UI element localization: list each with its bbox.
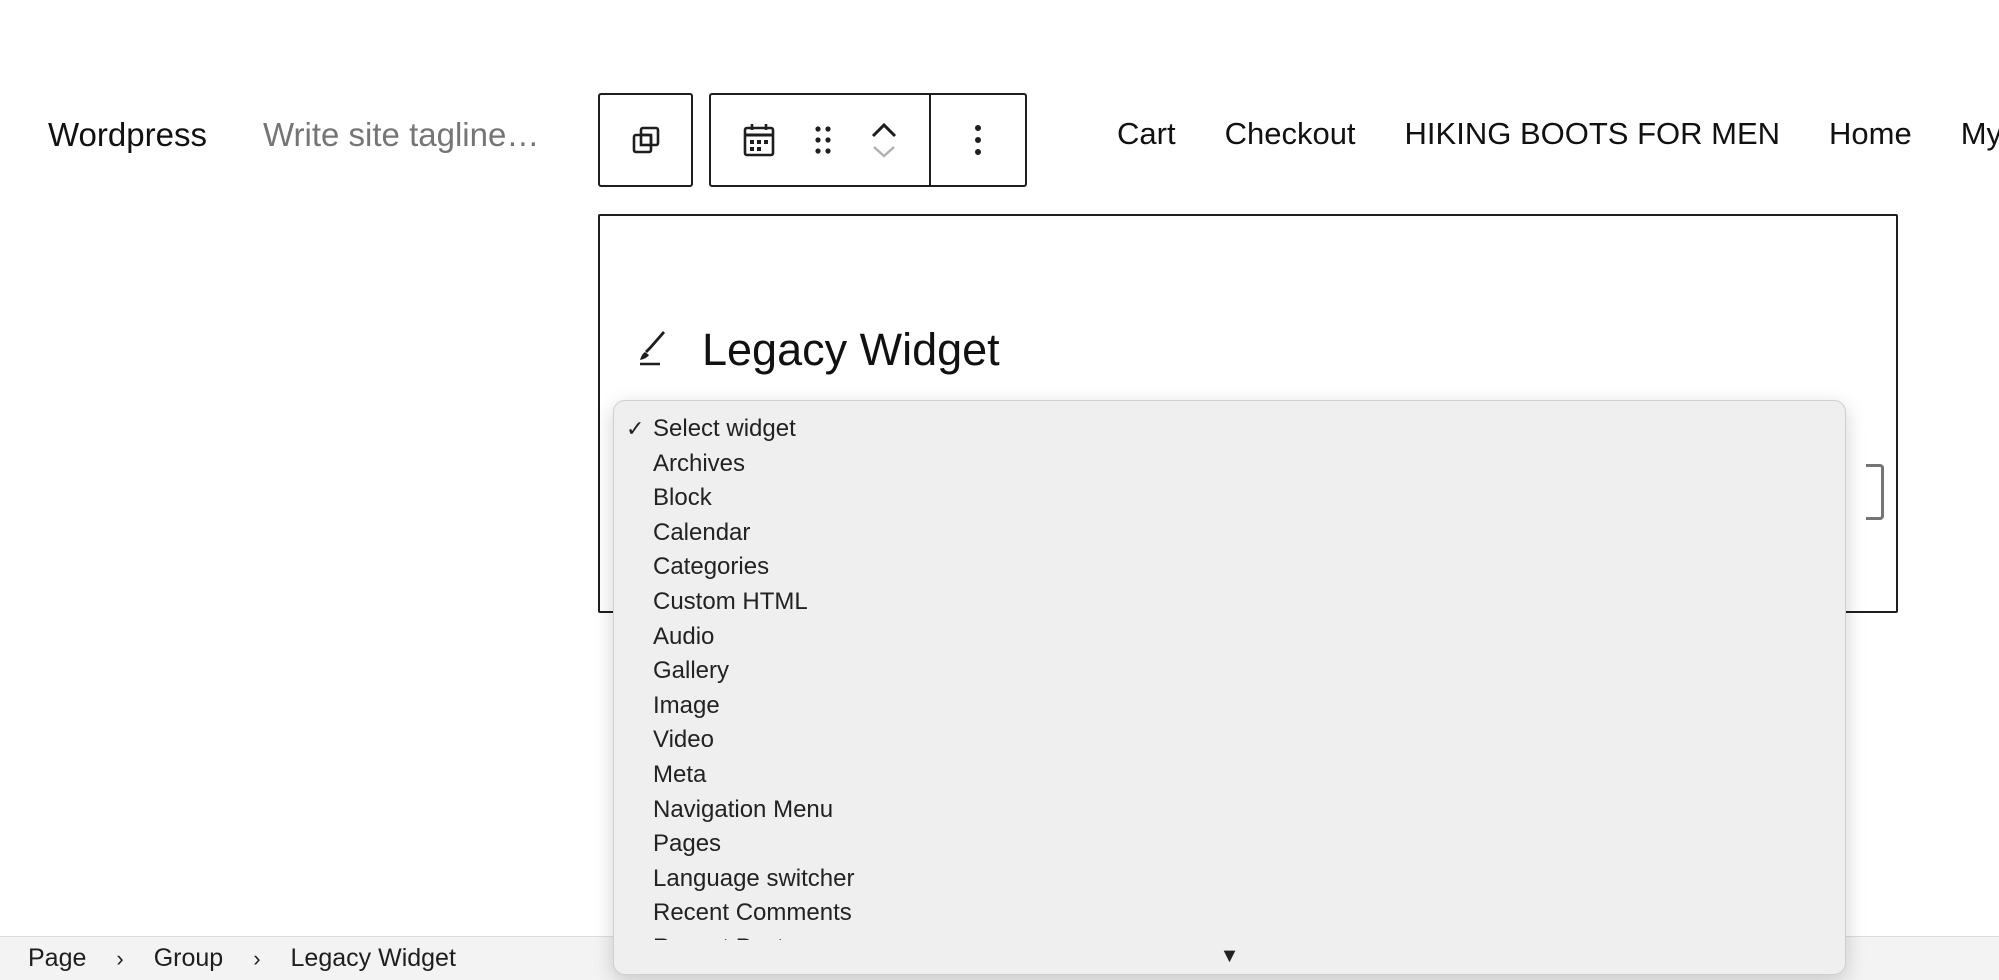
site-tagline-placeholder[interactable]: Write site tagline…	[263, 116, 539, 154]
scroll-down-arrow-icon[interactable]: ▼	[614, 945, 1845, 968]
widget-header: Legacy Widget	[636, 324, 1000, 376]
block-toolbar	[709, 93, 1027, 187]
editor-canvas: Wordpress Write site tagline… Cart Check…	[0, 0, 1999, 980]
brush-icon	[636, 329, 672, 372]
dropdown-option[interactable]: Image	[614, 689, 1845, 724]
chevron-right-icon: ›	[253, 945, 261, 971]
dropdown-option[interactable]: Archives	[614, 447, 1845, 482]
dropdown-option[interactable]: Recent Comments	[614, 896, 1845, 931]
block-controls-group	[711, 95, 929, 185]
site-navigation: Cart Checkout HIKING BOOTS FOR MEN Home …	[1117, 116, 1999, 152]
select-parent-button[interactable]	[598, 93, 693, 187]
dropdown-options: ✓ Select widget Archives Block Calendar …	[614, 412, 1845, 940]
dropdown-option[interactable]: Navigation Menu	[614, 793, 1845, 828]
dropdown-option[interactable]: Language switcher	[614, 862, 1845, 897]
breadcrumb-item-group[interactable]: Group	[154, 944, 223, 973]
breadcrumb-item-page[interactable]: Page	[28, 944, 86, 973]
dropdown-option[interactable]: Custom HTML	[614, 585, 1845, 620]
dropdown-option[interactable]: Gallery	[614, 654, 1845, 689]
dropdown-option[interactable]: Calendar	[614, 516, 1845, 551]
option-label: Select widget	[653, 415, 796, 442]
widget-select-dropdown[interactable]: ✓ Select widget Archives Block Calendar …	[613, 400, 1846, 975]
nav-item-home[interactable]: Home	[1829, 116, 1912, 152]
dropdown-option[interactable]: Audio	[614, 620, 1845, 655]
dropdown-option[interactable]: Meta	[614, 758, 1845, 793]
nav-item-cart[interactable]: Cart	[1117, 116, 1176, 152]
dropdown-option[interactable]: ✓ Select widget	[614, 412, 1845, 447]
nav-item-checkout[interactable]: Checkout	[1225, 116, 1356, 152]
chevron-down-icon[interactable]	[870, 143, 898, 159]
dropdown-option[interactable]: Recent Posts	[614, 931, 1845, 940]
check-icon: ✓	[626, 416, 645, 441]
dropdown-option[interactable]: Block	[614, 481, 1845, 516]
more-vertical-icon	[973, 123, 983, 157]
widget-select[interactable]	[1866, 464, 1884, 520]
widget-title: Legacy Widget	[702, 324, 1000, 375]
nav-item-my-account[interactable]: My a	[1961, 116, 1999, 152]
chevron-up-icon[interactable]	[870, 121, 898, 139]
nav-item-hiking-boots[interactable]: HIKING BOOTS FOR MEN	[1405, 116, 1780, 152]
block-mover	[870, 121, 898, 159]
dropdown-option[interactable]: Pages	[614, 827, 1845, 862]
options-button[interactable]	[929, 95, 1025, 185]
dropdown-option[interactable]: Video	[614, 723, 1845, 758]
breadcrumb-item-legacy-widget[interactable]: Legacy Widget	[291, 944, 456, 973]
drag-handle-icon[interactable]	[813, 123, 833, 157]
dropdown-option[interactable]: Categories	[614, 550, 1845, 585]
calendar-icon[interactable]	[742, 122, 776, 158]
chevron-right-icon: ›	[116, 945, 124, 971]
site-title[interactable]: Wordpress	[48, 116, 207, 154]
select-parent-icon	[630, 124, 662, 156]
